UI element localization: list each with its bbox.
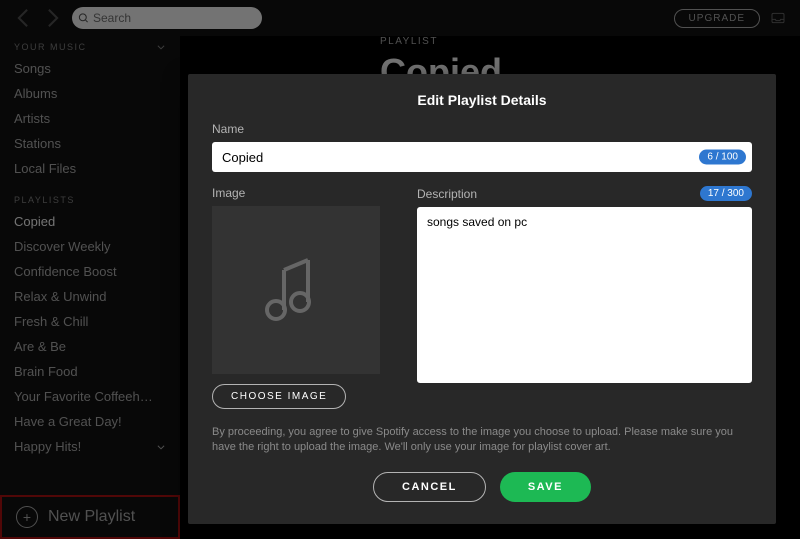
name-field-label: Name: [212, 122, 752, 136]
modal-title: Edit Playlist Details: [212, 92, 752, 108]
name-char-counter: 6 / 100: [699, 150, 746, 165]
description-char-counter: 17 / 300: [700, 186, 752, 201]
choose-image-button[interactable]: CHOOSE IMAGE: [212, 384, 346, 409]
image-field-label: Image: [212, 186, 397, 200]
music-note-icon: [256, 250, 336, 330]
playlist-name-input[interactable]: [212, 142, 752, 172]
cancel-button[interactable]: CANCEL: [373, 472, 486, 502]
description-field-label: Description: [417, 187, 477, 201]
edit-playlist-modal: Edit Playlist Details Name 6 / 100 Image…: [188, 74, 776, 524]
playlist-description-input[interactable]: [417, 207, 752, 383]
legal-text: By proceeding, you agree to give Spotify…: [212, 425, 752, 456]
cover-image-placeholder[interactable]: [212, 206, 380, 374]
app-window: UPGRADE YOUR MUSIC Songs Albums Artists …: [0, 0, 800, 539]
save-button[interactable]: SAVE: [500, 472, 591, 502]
